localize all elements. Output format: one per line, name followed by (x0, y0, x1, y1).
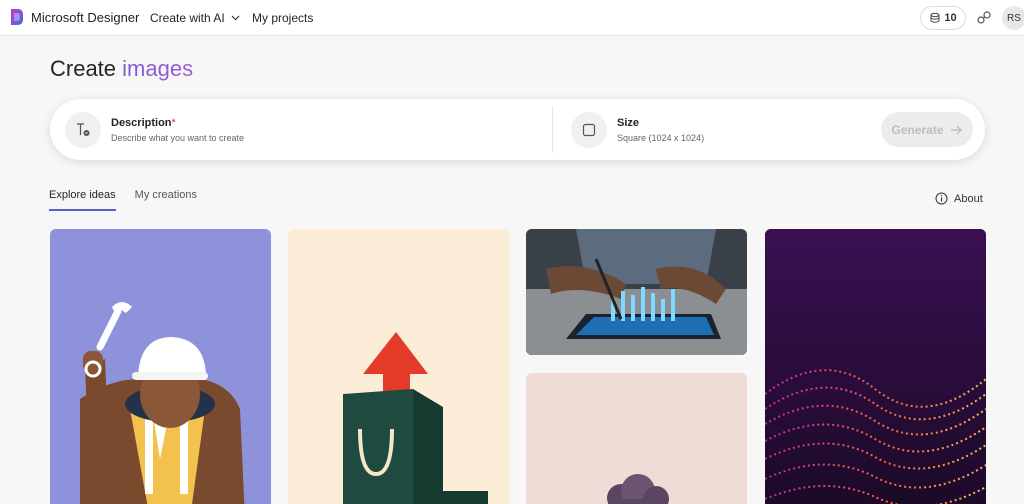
nav-create-label: Create with AI (150, 11, 225, 25)
credits-count: 10 (944, 12, 957, 24)
tab-explore-ideas[interactable]: Explore ideas (49, 189, 116, 211)
text-input-icon-wrap (65, 111, 101, 148)
page-title: Create images (50, 56, 193, 82)
description-field[interactable]: Description* Describe what you want to c… (65, 99, 545, 160)
chevron-down-icon (231, 15, 240, 21)
tab-my-creations[interactable]: My creations (135, 189, 197, 211)
size-title: Size (617, 116, 640, 129)
info-icon (935, 192, 948, 205)
idea-card-construction-worker[interactable] (50, 229, 271, 504)
top-navigation-bar: Microsoft Designer Create with AI My pro… (0, 0, 1024, 36)
pink-cloud-illustration (526, 373, 747, 504)
page-title-prefix: Create (50, 56, 117, 81)
idea-card-particle-wave[interactable] (765, 229, 986, 504)
page-title-accent: images (122, 56, 194, 81)
share-link-icon[interactable] (975, 9, 993, 27)
construction-worker-illustration (50, 229, 271, 504)
designer-logo-icon (11, 9, 23, 25)
prompt-bar: Description* Describe what you want to c… (50, 99, 985, 160)
coin-stack-icon (930, 12, 940, 23)
nav-create-with-ai[interactable]: Create with AI (150, 11, 240, 25)
size-field[interactable]: Size Square (1024 x 1024) (571, 99, 851, 160)
idea-card-shopping-bag[interactable] (288, 229, 510, 504)
field-divider (552, 106, 553, 153)
avatar[interactable]: RS (1002, 6, 1024, 30)
shopping-bag-arrow-illustration (288, 229, 510, 504)
square-size-icon (582, 123, 596, 136)
tablet-hologram-photo (526, 229, 747, 355)
credits-button[interactable]: 10 (920, 6, 966, 30)
brand-name: Microsoft Designer (31, 9, 140, 25)
text-input-icon (77, 122, 90, 136)
description-placeholder: Describe what you want to create (111, 132, 245, 143)
required-mark: * (171, 116, 176, 129)
purple-particle-wave (765, 229, 986, 504)
size-icon-wrap (571, 111, 607, 148)
description-label: Description* (111, 117, 244, 129)
tab-list: Explore ideas My creations (49, 189, 216, 211)
size-value: Square (1024 x 1024) (617, 132, 705, 143)
generate-label: Generate (891, 122, 944, 137)
nav-my-projects[interactable]: My projects (252, 11, 313, 25)
about-label: About (954, 192, 983, 205)
idea-card-tablet-hologram[interactable] (526, 229, 747, 355)
generate-button[interactable]: Generate (881, 112, 973, 147)
brand[interactable]: Microsoft Designer (9, 8, 139, 26)
arrow-right-icon (950, 125, 962, 134)
idea-card-pink-cloud[interactable] (526, 373, 747, 504)
description-title: Description (111, 116, 172, 129)
about-button[interactable]: About (935, 192, 983, 205)
